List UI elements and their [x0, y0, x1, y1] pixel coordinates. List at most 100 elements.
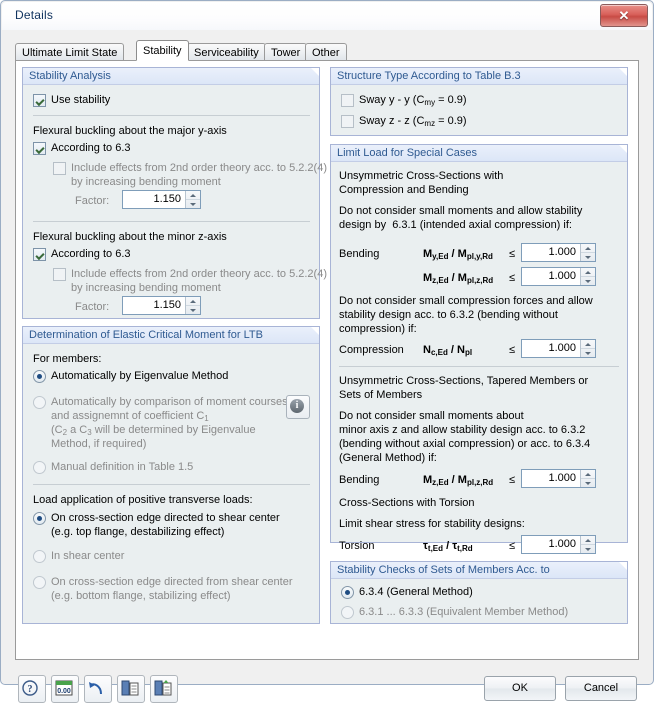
- spinner-buttons[interactable]: [580, 268, 595, 285]
- radio-load-in-shear-center[interactable]: [33, 550, 46, 563]
- copy-icon: [121, 680, 139, 696]
- checkbox-major-y-according[interactable]: [33, 142, 46, 155]
- spinner-down-icon[interactable]: [581, 253, 595, 261]
- label-ltb-eigenvalue: Automatically by Eigenvalue Method: [51, 370, 229, 382]
- spinner-up-icon[interactable]: [186, 297, 200, 306]
- spinner-up-icon[interactable]: [581, 470, 595, 479]
- close-button[interactable]: ✕: [600, 4, 648, 27]
- spinner-torsion-limit[interactable]: 1.000: [521, 535, 596, 554]
- spinner-down-icon[interactable]: [581, 349, 595, 357]
- radio-ltb-manual-table[interactable]: [33, 461, 46, 474]
- spinner-value: 1.150: [153, 299, 181, 311]
- spinner-up-icon[interactable]: [581, 536, 595, 545]
- label-bending-1: Bending: [339, 248, 380, 260]
- spinner-buttons[interactable]: [185, 191, 200, 208]
- spinner-down-icon[interactable]: [581, 277, 595, 285]
- label-minor-z-include-line1: Include effects from 2nd order theory ac…: [71, 268, 327, 280]
- group-title: Stability Analysis: [29, 70, 111, 82]
- group-stability-checks: Stability Checks of Sets of Members Acc.…: [330, 561, 628, 624]
- group-header: Stability Analysis: [23, 68, 319, 85]
- spinner-value: 1.000: [548, 270, 576, 282]
- spinner-major-y-factor[interactable]: 1.150: [122, 190, 201, 209]
- tab-strip: Ultimate Limit State Stability Serviceab…: [15, 40, 639, 61]
- spinner-buttons[interactable]: [580, 536, 595, 553]
- svg-text:?: ?: [28, 684, 33, 695]
- label-block1-text2: design by 6.3.1 (intended axial compress…: [339, 219, 572, 231]
- tab-tower[interactable]: Tower: [264, 43, 308, 61]
- units-icon: 0.00: [55, 680, 73, 696]
- help-icon: ?: [22, 680, 38, 696]
- group-title: Limit Load for Special Cases: [337, 147, 478, 159]
- spinner-mz-ed-limit[interactable]: 1.000: [521, 267, 596, 286]
- separator: [339, 366, 619, 367]
- tab-label: Serviceability: [194, 47, 259, 59]
- checkbox-minor-z-according[interactable]: [33, 248, 46, 261]
- spinner-my-ed-limit[interactable]: 1.000: [521, 243, 596, 262]
- group-header: Structure Type According to Table B.3: [331, 68, 627, 85]
- formula-mz-ed-mplz-rd: Mz,Ed / Mpl,z,Rd: [423, 272, 494, 285]
- checkbox-use-stability[interactable]: [33, 94, 46, 107]
- spinner-up-icon[interactable]: [186, 191, 200, 200]
- radio-load-edge-from-shear-center[interactable]: [33, 576, 46, 589]
- tab-stability[interactable]: Stability: [136, 40, 189, 61]
- tab-ultimate-limit-state[interactable]: Ultimate Limit State: [15, 43, 125, 61]
- label-compression: Compression: [339, 344, 404, 356]
- label-block2-text1: Do not consider small compression forces…: [339, 295, 593, 307]
- radio-equivalent-member-method[interactable]: [341, 606, 354, 619]
- tab-label: Ultimate Limit State: [22, 47, 118, 59]
- spinner-down-icon[interactable]: [581, 545, 595, 553]
- spinner-down-icon[interactable]: [186, 200, 200, 208]
- svg-text:0.00: 0.00: [57, 688, 71, 695]
- spinner-minor-z-factor[interactable]: 1.150: [122, 296, 201, 315]
- spinner-buttons[interactable]: [580, 244, 595, 261]
- spinner-up-icon[interactable]: [581, 268, 595, 277]
- label-op-3: ≤: [509, 344, 516, 356]
- radio-ltb-eigenvalue[interactable]: [33, 370, 46, 383]
- group-title: Structure Type According to Table B.3: [337, 70, 521, 82]
- label-minor-z-according: According to 6.3: [51, 248, 131, 260]
- tab-serviceability[interactable]: Serviceability: [187, 43, 266, 61]
- spinner-mz-ed-limit-2[interactable]: 1.000: [521, 469, 596, 488]
- label-major-y-factor: Factor:: [75, 195, 110, 207]
- label-torsion-head: Cross-Sections with Torsion: [339, 497, 475, 509]
- tab-label: Stability: [143, 45, 182, 57]
- units-button[interactable]: 0.00: [51, 675, 79, 703]
- radio-load-edge-to-shear-center[interactable]: [33, 512, 46, 525]
- paste-button[interactable]: [150, 675, 178, 703]
- group-title: Determination of Elastic Critical Moment…: [29, 329, 263, 341]
- label-op-1: ≤: [509, 248, 516, 260]
- undo-icon: [89, 682, 102, 695]
- label-minor-z-include-line2: by increasing bending moment: [71, 282, 221, 294]
- radio-general-method[interactable]: [341, 586, 354, 599]
- spinner-up-icon[interactable]: [581, 340, 595, 349]
- help-button[interactable]: ?: [18, 675, 46, 703]
- spinner-buttons[interactable]: [185, 297, 200, 314]
- label-sway-z-z: Sway z - z (Cmz = 0.9): [359, 115, 467, 128]
- spinner-up-icon[interactable]: [581, 244, 595, 253]
- spinner-buttons[interactable]: [580, 470, 595, 487]
- label-load-opt1-line2: (e.g. top flange, destabilizing effect): [51, 526, 225, 538]
- ok-button[interactable]: OK: [484, 676, 556, 701]
- spinner-buttons[interactable]: [580, 340, 595, 357]
- spinner-down-icon[interactable]: [186, 306, 200, 314]
- spinner-nc-ed-limit[interactable]: 1.000: [521, 339, 596, 358]
- cancel-button[interactable]: Cancel: [565, 676, 637, 701]
- label-block3-text2: minor axis z and allow stability design …: [339, 424, 586, 436]
- checkbox-sway-y-y[interactable]: [341, 94, 354, 107]
- info-button[interactable]: i: [286, 395, 310, 419]
- spinner-down-icon[interactable]: [581, 479, 595, 487]
- formula-my-ed-mply-rd: My,Ed / Mpl,y,Rd: [423, 248, 493, 261]
- radio-ltb-moment-courses[interactable]: [33, 396, 46, 409]
- corner-fold: [619, 145, 627, 153]
- spinner-value: 1.150: [153, 193, 181, 205]
- undo-button[interactable]: [84, 675, 112, 703]
- tab-other[interactable]: Other: [305, 43, 347, 61]
- checkbox-sway-z-z[interactable]: [341, 115, 354, 128]
- copy-button[interactable]: [117, 675, 145, 703]
- label-block1-text1: Do not consider small moments and allow …: [339, 205, 583, 217]
- label-for-members: For members:: [33, 353, 102, 365]
- checkbox-major-y-include-2nd-order[interactable]: [53, 162, 66, 175]
- label-major-y-according: According to 6.3: [51, 142, 131, 154]
- label-op-4: ≤: [509, 474, 516, 486]
- checkbox-minor-z-include-2nd-order[interactable]: [53, 268, 66, 281]
